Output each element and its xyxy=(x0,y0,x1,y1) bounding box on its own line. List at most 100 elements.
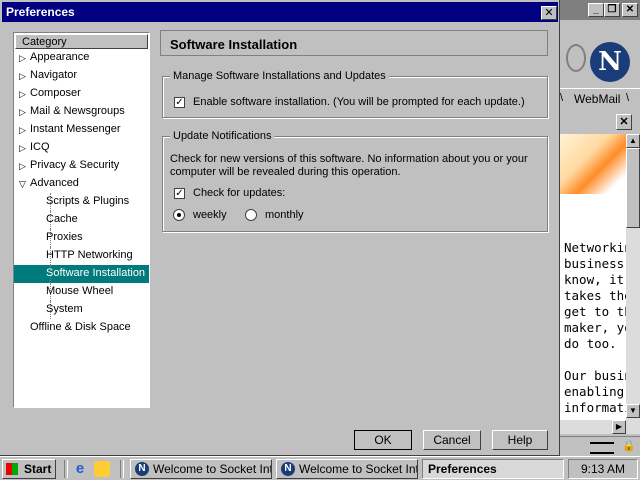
category-item[interactable]: System xyxy=(14,301,149,319)
category-item[interactable]: Scripts & Plugins xyxy=(14,193,149,211)
category-item[interactable]: Cache xyxy=(14,211,149,229)
page-text-line: enabling xyxy=(564,384,625,399)
check-updates-label: Check for updates: xyxy=(193,187,286,199)
category-item-label: Privacy & Security xyxy=(30,159,120,171)
category-item-label: HTTP Networking xyxy=(46,249,133,261)
category-item-label: Composer xyxy=(30,87,81,99)
category-item[interactable]: Offline & Disk Space xyxy=(14,319,149,337)
category-item[interactable]: Mouse Wheel xyxy=(14,283,149,301)
taskbar: Start e N Welcome to Socket Int... N Wel… xyxy=(0,456,640,480)
webmail-link[interactable]: WebMail xyxy=(574,92,620,106)
category-item[interactable]: ▽ Advanced xyxy=(14,175,149,193)
collapse-arrow-icon[interactable]: ▷ xyxy=(19,107,26,118)
manage-group-legend: Manage Software Installations and Update… xyxy=(170,70,389,82)
scroll-thumb[interactable] xyxy=(626,148,640,228)
category-item[interactable]: ▷ Appearance xyxy=(14,49,149,67)
weekly-radio[interactable] xyxy=(173,209,185,221)
scroll-right-icon[interactable]: ▶ xyxy=(612,420,626,434)
expand-arrow-icon[interactable]: ▽ xyxy=(19,179,26,190)
page-text-line: takes the xyxy=(564,288,626,303)
dialog-close-icon[interactable]: ✕ xyxy=(541,6,557,20)
page-banner-image xyxy=(560,134,626,194)
page-text-line: Our busin xyxy=(564,368,626,383)
dialog-titlebar: Preferences ✕ xyxy=(2,2,558,22)
category-item[interactable]: HTTP Networking xyxy=(14,247,149,265)
category-item-label: Offline & Disk Space xyxy=(30,321,131,333)
taskbar-task-browser-1[interactable]: N Welcome to Socket Int... xyxy=(130,459,272,479)
taskbar-divider xyxy=(120,460,124,478)
taskbar-task-preferences[interactable]: Preferences xyxy=(422,459,564,479)
throbber-icon xyxy=(566,44,586,72)
monthly-label: monthly xyxy=(265,209,304,221)
preferences-dialog: Preferences ✕ Category ▷ Appearance ▷ Navig… xyxy=(0,0,560,456)
personal-toolbar: \ WebMail \ xyxy=(556,88,640,109)
background-window-titlebar: _ ❐ ✕ xyxy=(556,0,640,20)
category-item[interactable]: Proxies xyxy=(14,229,149,247)
page-text-line: business. xyxy=(564,256,626,271)
internet-explorer-icon[interactable]: e xyxy=(72,461,88,477)
category-header: Category xyxy=(15,34,148,49)
page-text-line: maker, yo xyxy=(564,320,626,335)
status-bar: 🔒 xyxy=(560,436,640,457)
category-item-label: Navigator xyxy=(30,69,78,81)
category-item[interactable]: Software Installation xyxy=(14,265,149,283)
windows-logo-icon xyxy=(6,463,18,475)
notify-group-legend: Update Notifications xyxy=(170,130,275,142)
category-item-label: ICQ xyxy=(30,141,50,153)
monthly-radio[interactable] xyxy=(245,209,257,221)
close-icon[interactable]: ✕ xyxy=(622,3,638,17)
taskbar-divider xyxy=(64,460,68,478)
category-item-label: Cache xyxy=(46,213,78,225)
category-item-label: System xyxy=(46,303,83,315)
panel-header: Software Installation xyxy=(160,30,548,56)
page-scrollbar[interactable]: ▲ ▼ xyxy=(626,134,640,420)
category-item[interactable]: ▷ Privacy & Security xyxy=(14,157,149,175)
category-item-label: Proxies xyxy=(46,231,83,243)
taskbar-task-browser-2[interactable]: N Welcome to Socket Int... xyxy=(276,459,418,479)
minimize-icon[interactable]: _ xyxy=(588,3,604,17)
collapse-arrow-icon[interactable]: ▷ xyxy=(19,71,26,82)
check-updates-checkbox[interactable]: ✓ xyxy=(174,188,185,199)
dialog-title: Preferences xyxy=(6,5,75,19)
ok-button[interactable]: OK xyxy=(354,430,412,450)
category-item[interactable]: ▷ Navigator xyxy=(14,67,149,85)
category-item[interactable]: ▷ Composer xyxy=(14,85,149,103)
enable-installation-label: Enable software installation. (You will … xyxy=(193,96,525,108)
collapse-arrow-icon[interactable]: ▷ xyxy=(19,161,26,172)
collapse-arrow-icon[interactable]: ▷ xyxy=(19,53,26,64)
help-button[interactable]: Help xyxy=(492,430,548,450)
category-item[interactable]: ▷ Mail & Newsgroups xyxy=(14,103,149,121)
category-item-label: Instant Messenger xyxy=(30,123,121,135)
category-item[interactable]: ▷ Instant Messenger xyxy=(14,121,149,139)
category-item-label: Mouse Wheel xyxy=(46,285,114,297)
category-item-label: Advanced xyxy=(30,177,79,189)
category-item-label: Software Installation xyxy=(46,267,146,279)
page-text-line: know, it's xyxy=(564,272,626,287)
netscape-icon: N xyxy=(281,462,295,476)
scroll-up-icon[interactable]: ▲ xyxy=(626,134,640,148)
outlook-express-icon[interactable] xyxy=(94,461,110,477)
category-item[interactable]: ▷ ICQ xyxy=(14,139,149,157)
collapse-arrow-icon[interactable]: ▷ xyxy=(19,125,26,136)
page-text-line: Networkin xyxy=(564,240,626,255)
sidebar-close-icon[interactable]: ✕ xyxy=(616,114,632,130)
category-item-label: Scripts & Plugins xyxy=(46,195,130,207)
connection-icon xyxy=(590,442,614,454)
category-item-label: Appearance xyxy=(30,51,90,63)
cancel-button[interactable]: Cancel xyxy=(423,430,481,450)
lock-icon: 🔒 xyxy=(622,440,636,452)
scroll-down-icon[interactable]: ▼ xyxy=(626,404,640,418)
category-tree: Category ▷ Appearance ▷ Navigator ▷ Composer ▷… xyxy=(13,32,150,408)
page-text-line: do too. xyxy=(564,336,617,351)
notify-description-line2: computer will be revealed during this op… xyxy=(170,166,401,178)
start-button[interactable]: Start xyxy=(2,459,56,479)
netscape-icon: N xyxy=(135,462,149,476)
collapse-arrow-icon[interactable]: ▷ xyxy=(19,143,26,154)
enable-installation-checkbox[interactable]: ✓ xyxy=(174,97,185,108)
page-hscrollbar[interactable]: ▶ xyxy=(560,420,640,434)
restore-icon[interactable]: ❐ xyxy=(604,3,620,17)
page-text-line: informatio xyxy=(564,400,626,415)
collapse-arrow-icon[interactable]: ▷ xyxy=(19,89,26,100)
panel-title: Software Installation xyxy=(170,37,298,52)
netscape-logo-icon: N xyxy=(590,42,630,82)
